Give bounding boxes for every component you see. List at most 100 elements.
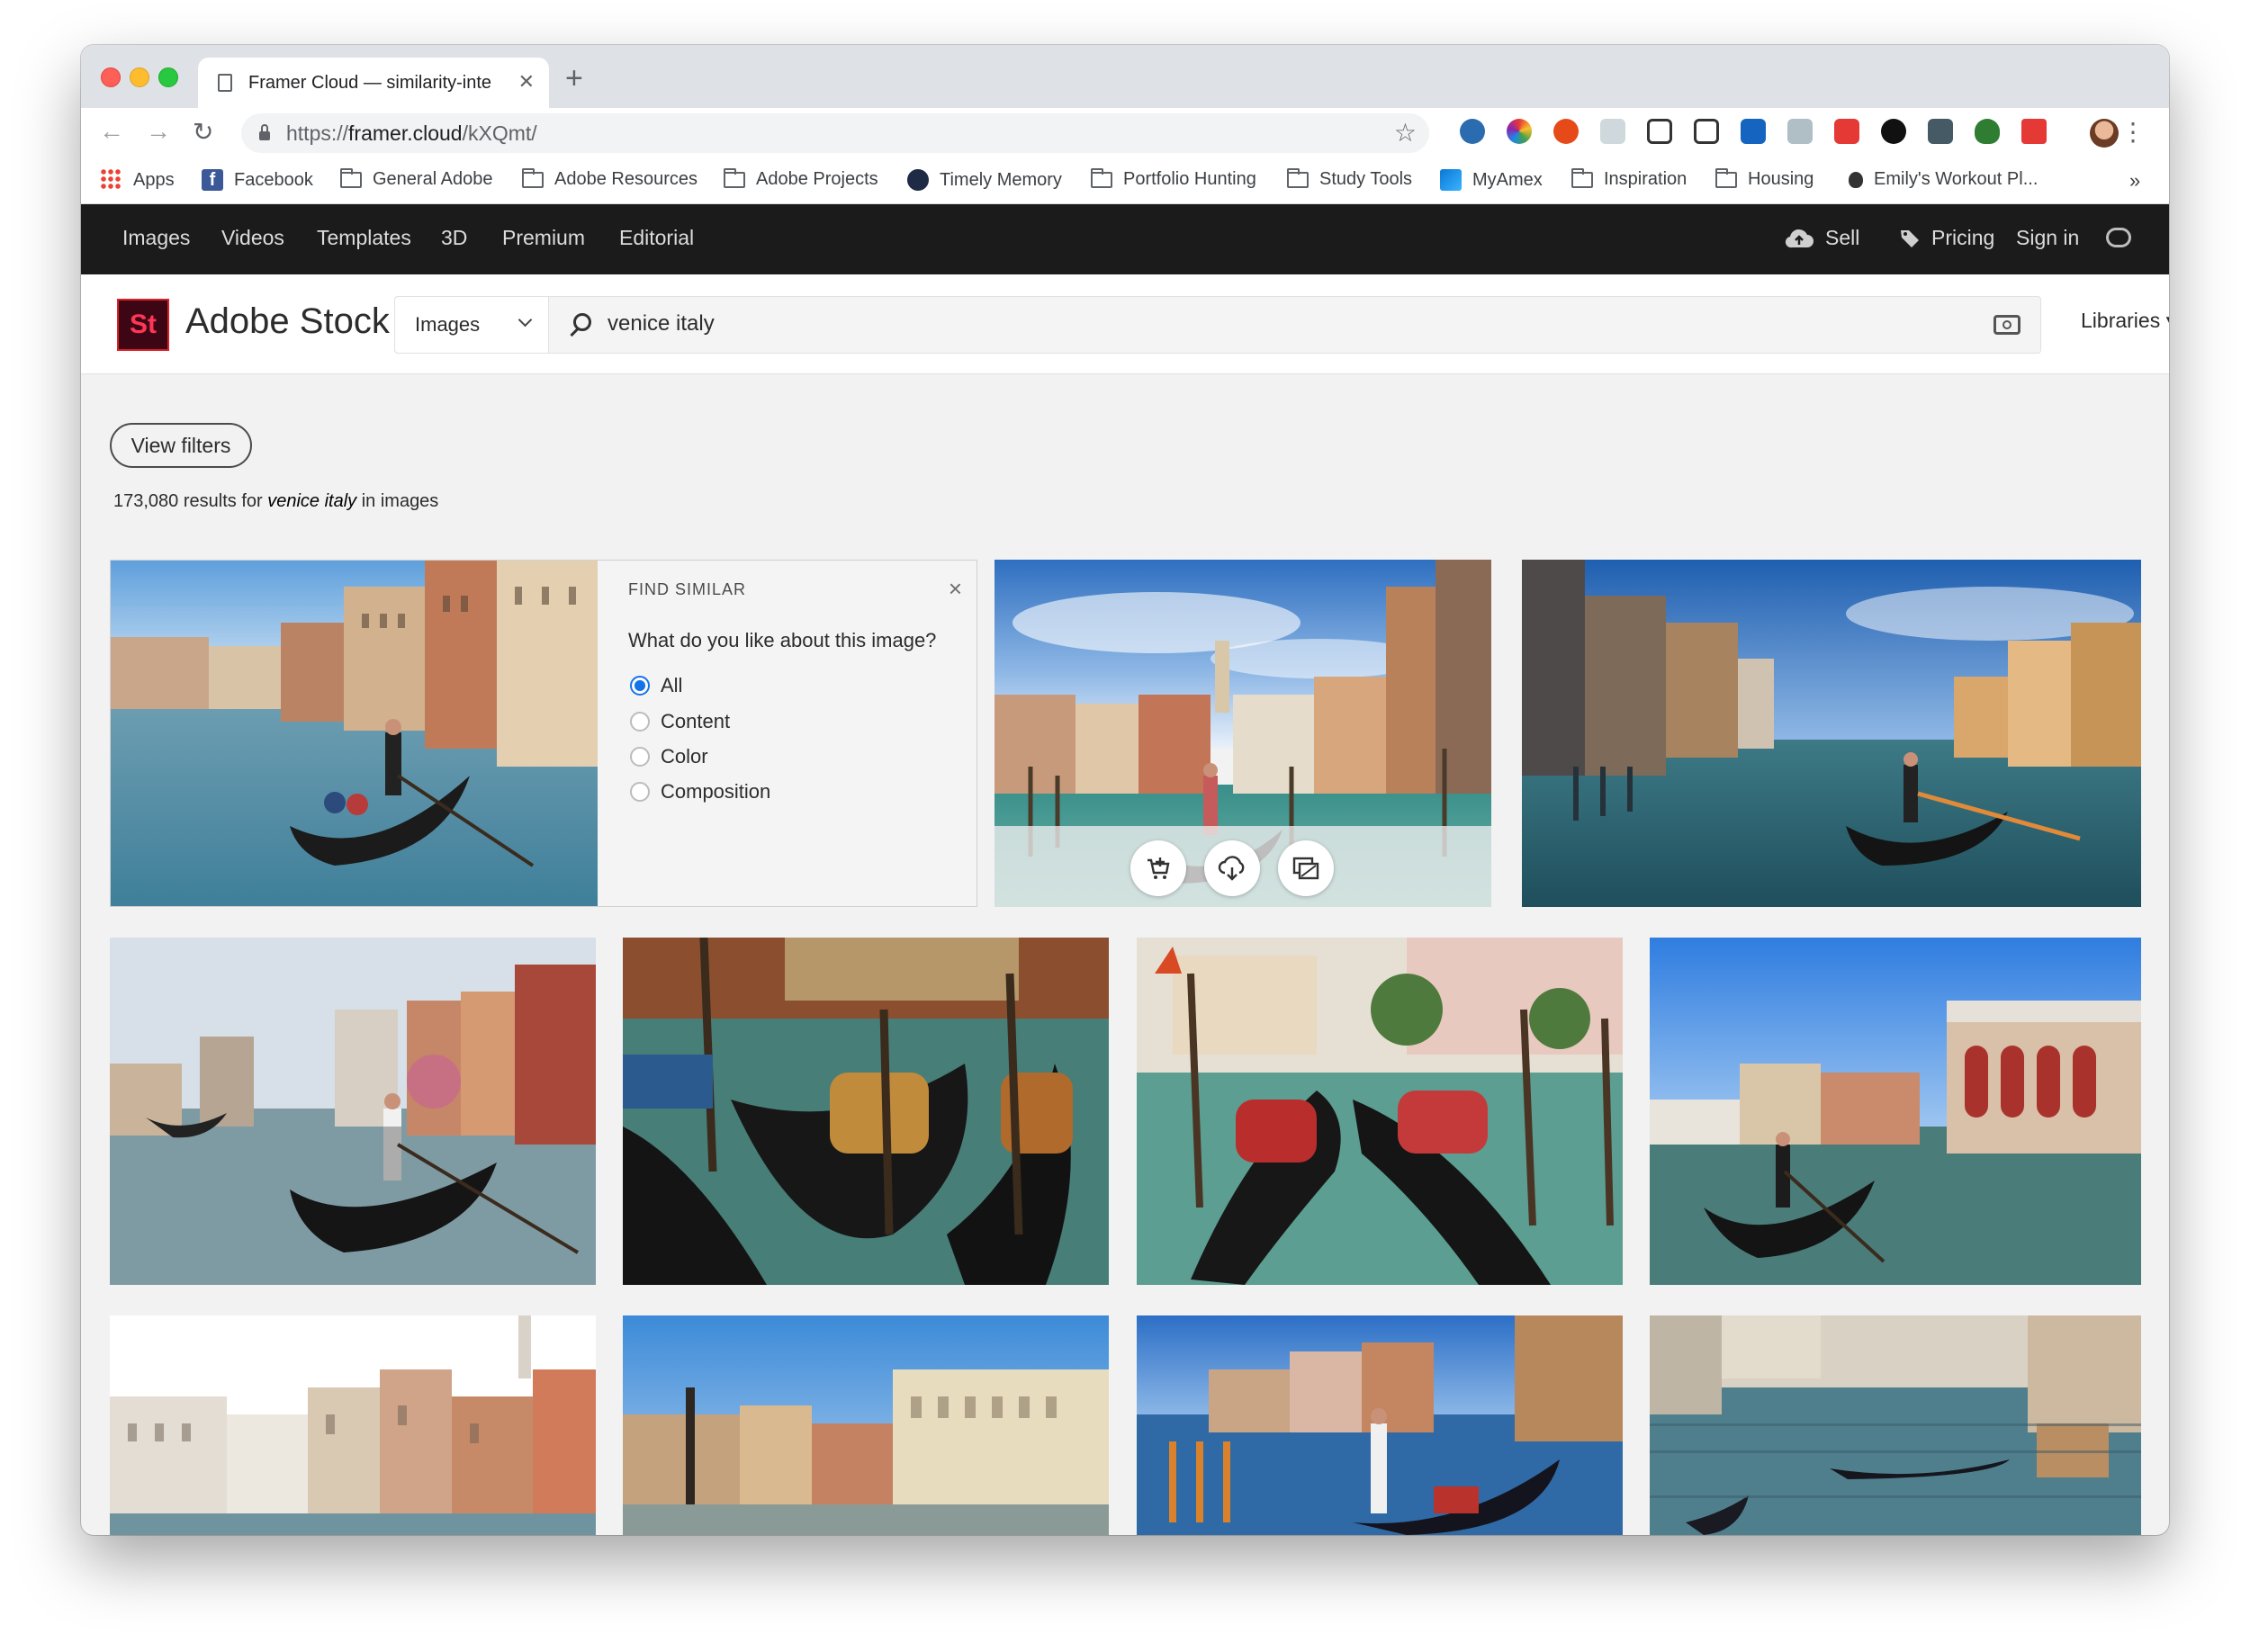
image-result[interactable] [1137, 1315, 1623, 1535]
image-result[interactable] [110, 1315, 596, 1535]
search-bar: Images venice italy [394, 296, 2041, 354]
bookmark-inspiration[interactable]: Inspiration [1571, 167, 1687, 190]
minimize-window-button[interactable] [130, 67, 149, 87]
address-bar[interactable]: https://framer.cloud/kXQmt/ ☆ [241, 113, 1429, 153]
cloud-download-icon [1218, 856, 1245, 881]
profile-avatar[interactable] [2090, 119, 2119, 148]
timely-icon [907, 169, 929, 191]
back-button[interactable]: ← [99, 117, 124, 146]
new-tab-button[interactable]: + [565, 61, 583, 96]
folder-icon [1571, 167, 1593, 188]
apple-icon [1849, 171, 1863, 188]
cart-plus-icon [1148, 857, 1170, 879]
view-filters-button[interactable]: View filters [110, 423, 252, 468]
bookmark-adobe-projects[interactable]: Adobe Projects [724, 167, 878, 190]
tag-icon [1901, 229, 1919, 247]
lock-icon [259, 124, 270, 140]
adobe-global-nav: Images Videos Templates 3D Premium Edito… [81, 204, 2169, 274]
browser-window: Framer Cloud — similarity-inte ✕ + ← → ↻… [81, 45, 2169, 1535]
results-summary: 173,080 results for venice italy in imag… [113, 491, 439, 511]
save-to-library-button[interactable] [1204, 840, 1260, 896]
pricing-link[interactable]: Pricing [1899, 226, 1994, 250]
bookmark-housing[interactable]: Housing [1715, 167, 1814, 190]
tab-strip: Framer Cloud — similarity-inte ✕ + [81, 45, 2169, 108]
find-similar-button[interactable] [1278, 840, 1334, 896]
extension-color-icon[interactable] [1507, 119, 1532, 144]
reload-button[interactable]: ↻ [193, 117, 213, 147]
adobe-stock-logo[interactable]: St [117, 299, 169, 351]
extension-screenshot-icon[interactable] [1647, 119, 1672, 144]
cloud-upload-icon [1785, 229, 1814, 247]
image-result[interactable] [1650, 1315, 2141, 1535]
image-result[interactable] [1522, 560, 2141, 907]
browser-toolbar: ← → ↻ https://framer.cloud/kXQmt/ ☆ ⋮ [81, 108, 2169, 160]
tab-title: Framer Cloud — similarity-inte [248, 72, 492, 93]
libraries-menu[interactable]: Libraries ▾ [2081, 309, 2169, 333]
extension-producthunt-icon[interactable] [1553, 119, 1579, 144]
sign-in-link[interactable]: Sign in [2016, 226, 2079, 250]
bookmark-facebook[interactable]: f Facebook [202, 169, 313, 191]
bookmark-workout[interactable]: Emily's Workout Pl... [1845, 169, 2038, 190]
folder-icon [340, 167, 362, 188]
extension-bolt-icon[interactable] [1881, 119, 1906, 144]
bookmark-portfolio-hunting[interactable]: Portfolio Hunting [1091, 167, 1256, 190]
extension-red-icon[interactable] [2021, 119, 2047, 144]
extension-pin-icon[interactable] [1928, 119, 1953, 144]
amex-icon [1440, 169, 1462, 191]
image-result[interactable] [1650, 938, 2141, 1285]
camera-search-icon[interactable] [1994, 315, 2020, 335]
extension-capture-icon[interactable] [1694, 119, 1719, 144]
extension-evernote-icon[interactable] [1975, 119, 2000, 144]
bookmark-general-adobe[interactable]: General Adobe [340, 167, 492, 190]
bookmark-star-icon[interactable]: ☆ [1394, 118, 1417, 148]
search-input[interactable]: venice italy [608, 311, 715, 337]
bookmark-apps[interactable]: Apps [101, 169, 175, 191]
facebook-icon: f [202, 169, 223, 191]
extension-safari-icon[interactable] [1460, 119, 1485, 144]
extension-percent-icon[interactable] [1834, 119, 1859, 144]
bookmark-adobe-resources[interactable]: Adobe Resources [522, 167, 698, 190]
extension-a-icon[interactable] [1741, 119, 1766, 144]
nav-premium[interactable]: Premium [502, 226, 585, 250]
folder-icon [522, 167, 544, 188]
search-type-select[interactable]: Images [395, 297, 549, 353]
folder-icon [1287, 167, 1309, 188]
chrome-menu-icon[interactable]: ⋮ [2120, 117, 2146, 147]
sell-link[interactable]: Sell [1784, 226, 1859, 250]
more-bookmarks-button[interactable]: » [2129, 169, 2140, 193]
search-icon [573, 313, 591, 331]
document-icon [218, 74, 232, 92]
brand-name[interactable]: Adobe Stock [185, 301, 390, 342]
image-result[interactable] [110, 938, 596, 1285]
find-similar-icon [1292, 857, 1319, 880]
stock-header: St Adobe Stock Images venice italy Libra… [81, 274, 2169, 374]
folder-icon [1715, 167, 1737, 188]
bookmarks-bar: Apps f Facebook General Adobe Adobe Reso… [81, 160, 2169, 204]
url-text[interactable]: https://framer.cloud/kXQmt/ [286, 121, 537, 146]
find-similar-card-border [110, 560, 977, 907]
nav-videos[interactable]: Videos [221, 226, 284, 250]
bookmark-timely-memory[interactable]: Timely Memory [907, 169, 1062, 191]
tab-close-icon[interactable]: ✕ [518, 70, 535, 94]
zoom-window-button[interactable] [158, 67, 178, 87]
forward-button[interactable]: → [146, 117, 171, 146]
folder-icon [1091, 167, 1112, 188]
browser-tab[interactable]: Framer Cloud — similarity-inte ✕ [198, 58, 549, 108]
nav-3d[interactable]: 3D [441, 226, 467, 250]
bookmark-study-tools[interactable]: Study Tools [1287, 167, 1412, 190]
nav-images[interactable]: Images [122, 226, 190, 250]
folder-icon [724, 167, 745, 188]
close-window-button[interactable] [101, 67, 121, 87]
creative-cloud-icon[interactable] [2106, 228, 2131, 247]
nav-editorial[interactable]: Editorial [619, 226, 694, 250]
image-result[interactable] [623, 1315, 1109, 1535]
extension-grey-icon[interactable] [1600, 119, 1625, 144]
extension-cast-icon[interactable] [1787, 119, 1813, 144]
chevron-down-icon [518, 312, 533, 328]
image-result[interactable] [623, 938, 1109, 1285]
nav-templates[interactable]: Templates [317, 226, 411, 250]
apps-grid-icon [101, 169, 122, 191]
image-result[interactable] [1137, 938, 1623, 1285]
bookmark-myamex[interactable]: MyAmex [1440, 169, 1543, 191]
license-cart-button[interactable] [1130, 840, 1186, 896]
